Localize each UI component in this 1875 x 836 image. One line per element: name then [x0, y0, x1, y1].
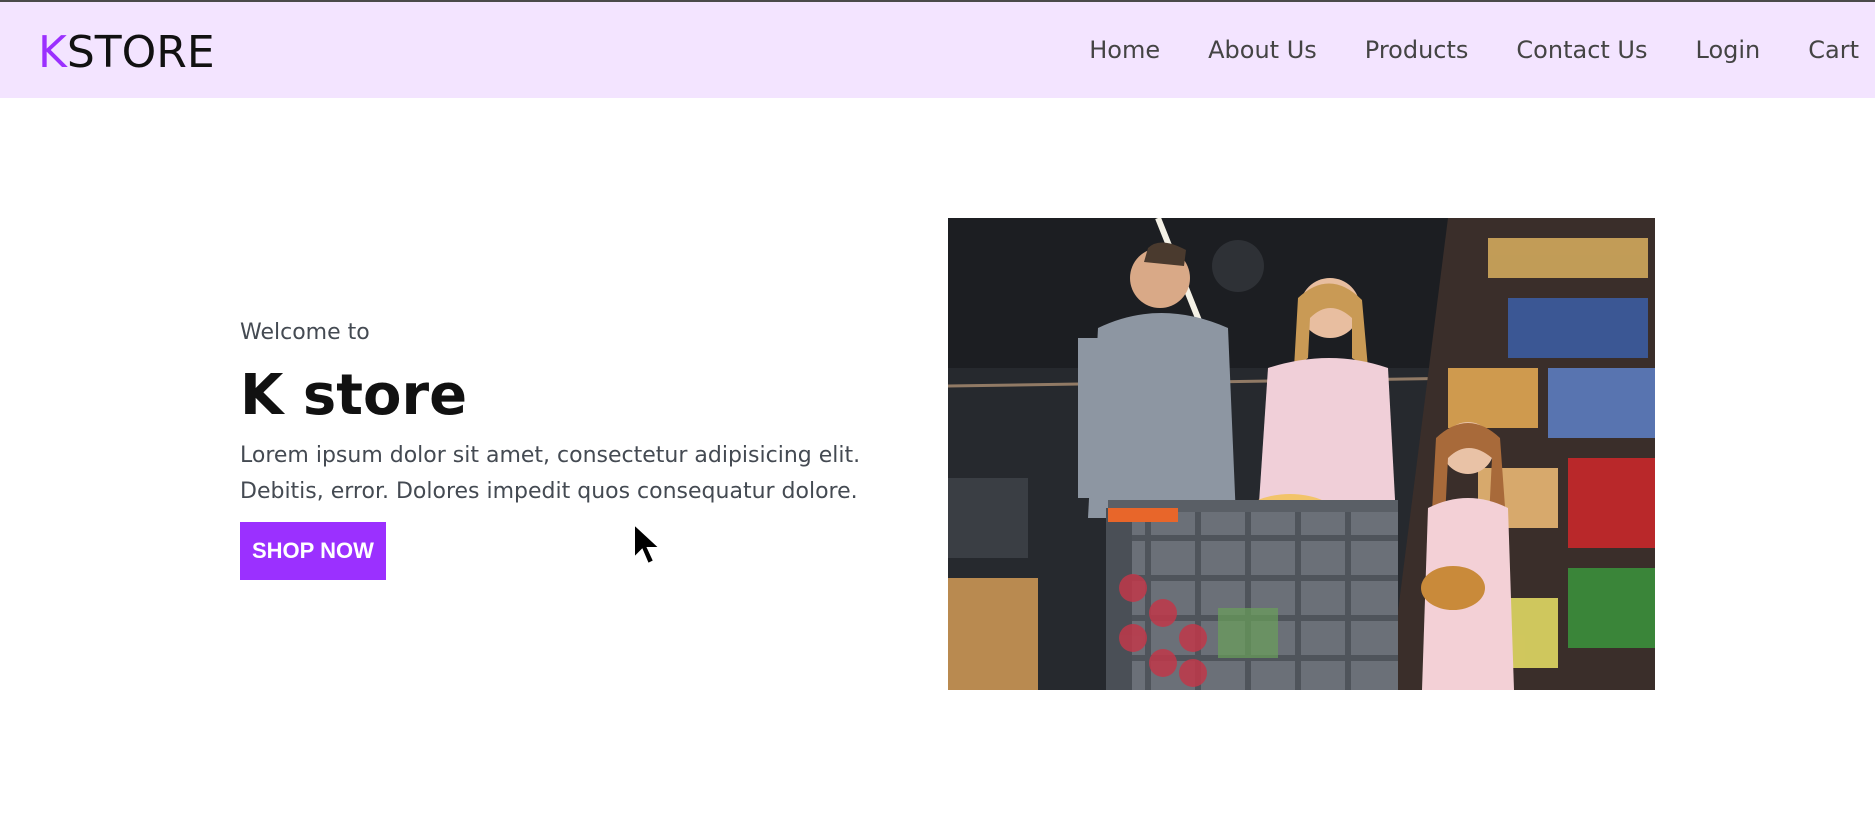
shop-now-button[interactable]: SHOP NOW — [240, 522, 386, 580]
nav-contact-link[interactable]: Contact Us — [1516, 34, 1647, 66]
nav-about-link[interactable]: About Us — [1208, 34, 1317, 66]
logo-text: STORE — [66, 27, 215, 78]
hero-welcome-text: Welcome to — [240, 320, 370, 345]
nav-home-link[interactable]: Home — [1089, 34, 1160, 66]
shopping-family-photo — [948, 218, 1655, 690]
site-header: KSTORE Home About Us Products Contact Us… — [0, 2, 1875, 98]
hero-description: Lorem ipsum dolor sit amet, consectetur … — [240, 443, 861, 504]
hero-section: Welcome to K store Lorem ipsum dolor sit… — [240, 318, 940, 580]
site-logo[interactable]: KSTORE — [38, 28, 215, 78]
nav-products-link[interactable]: Products — [1365, 34, 1469, 66]
nav-cart-link[interactable]: Cart — [1808, 34, 1859, 66]
nav-login-link[interactable]: Login — [1696, 34, 1761, 66]
mouse-pointer-icon — [633, 522, 662, 566]
hero-image — [948, 218, 1655, 690]
hero-title: K store — [240, 363, 468, 428]
logo-accent-letter: K — [38, 27, 67, 78]
main-nav: Home About Us Products Contact Us Login … — [1041, 34, 1859, 66]
